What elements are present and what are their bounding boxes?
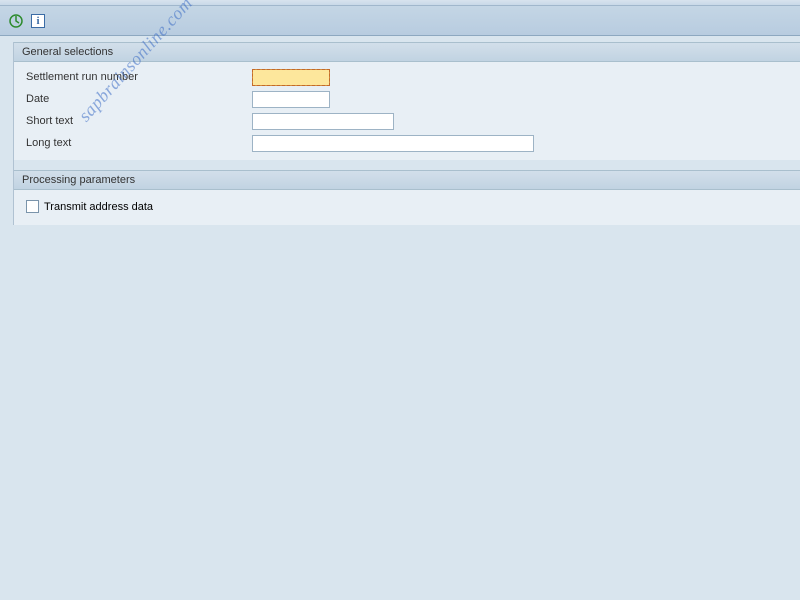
left-margin — [0, 42, 14, 225]
application-toolbar: i — [0, 6, 800, 36]
settlement-run-row: Settlement run number — [14, 66, 800, 88]
short-text-label: Short text — [22, 115, 252, 127]
date-label: Date — [22, 93, 252, 105]
transmit-address-label: Transmit address data — [44, 201, 153, 213]
processing-parameters-header: Processing parameters — [14, 170, 800, 190]
long-text-row: Long text — [14, 132, 800, 154]
date-row: Date — [14, 88, 800, 110]
processing-parameters-body: Transmit address data — [14, 190, 800, 225]
execute-icon[interactable] — [8, 13, 24, 29]
info-icon[interactable]: i — [30, 13, 46, 29]
date-input[interactable] — [252, 91, 330, 108]
long-text-input[interactable] — [252, 135, 534, 152]
general-selections-header: General selections — [14, 42, 800, 62]
settlement-run-input[interactable] — [252, 69, 330, 86]
general-selections-body: Settlement run number Date Short text Lo… — [14, 62, 800, 160]
short-text-input[interactable] — [252, 113, 394, 130]
transmit-address-row: Transmit address data — [14, 194, 800, 219]
transmit-address-checkbox[interactable] — [26, 200, 39, 213]
processing-parameters-section: Processing parameters Transmit address d… — [0, 170, 800, 225]
settlement-run-label: Settlement run number — [22, 71, 252, 83]
content-area: General selections Settlement run number… — [0, 42, 800, 225]
long-text-label: Long text — [22, 137, 252, 149]
general-selections-section: General selections Settlement run number… — [0, 42, 800, 160]
short-text-row: Short text — [14, 110, 800, 132]
